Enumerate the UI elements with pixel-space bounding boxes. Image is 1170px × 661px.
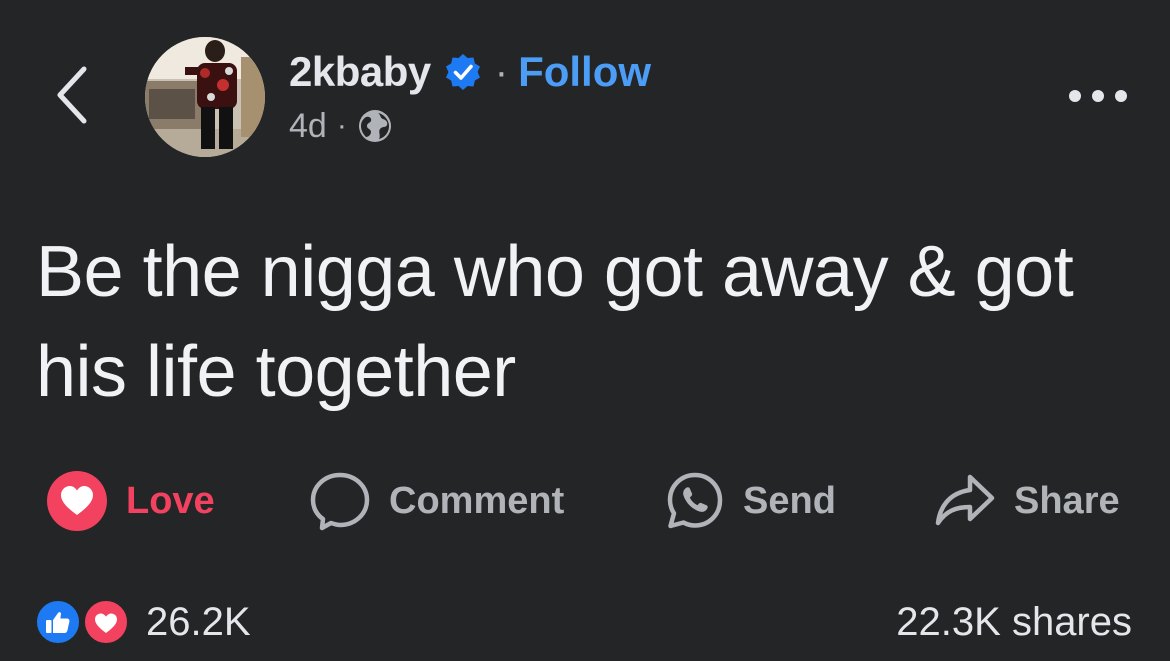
author-line: 2kbaby · Follow [289, 44, 651, 100]
post-text: Be the nigga who got away & got his life… [36, 232, 1074, 412]
send-label: Send [743, 479, 836, 522]
globe-icon [357, 108, 393, 144]
like-reaction-icon [34, 598, 82, 646]
comment-button[interactable]: Comment [309, 470, 564, 532]
comment-label: Comment [389, 479, 565, 522]
more-options-button[interactable] [1062, 78, 1134, 114]
post-timestamp[interactable]: 4d [289, 107, 327, 146]
share-label: Share [1014, 479, 1120, 522]
meta-separator: · [336, 109, 347, 142]
back-button[interactable] [44, 60, 100, 130]
avatar-photo [145, 37, 265, 157]
share-arrow-icon [935, 474, 995, 526]
send-button[interactable]: Send [665, 470, 836, 532]
author-name[interactable]: 2kbaby [289, 48, 431, 96]
love-button[interactable]: Love [46, 470, 215, 532]
chevron-left-icon [57, 66, 87, 124]
reactions-summary[interactable]: 26.2K [34, 592, 251, 652]
avatar[interactable] [145, 37, 265, 157]
love-reaction-small-icon [82, 598, 130, 646]
reaction-count: 26.2K [146, 599, 251, 644]
whatsapp-send-icon [667, 472, 723, 529]
love-label: Love [126, 479, 215, 522]
shares-count[interactable]: 22.3K shares [896, 592, 1132, 652]
verified-badge-icon [443, 52, 483, 92]
share-button[interactable]: Share [934, 470, 1120, 532]
reaction-icons [34, 594, 134, 650]
love-reaction-icon [47, 471, 107, 531]
comment-icon [310, 472, 370, 531]
post-screen: 2kbaby · Follow 4d · Be the nigga who go… [0, 0, 1170, 661]
more-horizontal-icon [1069, 90, 1127, 102]
follow-button[interactable]: Follow [518, 48, 651, 96]
post-meta: 4d · [289, 103, 393, 149]
author-separator: · [494, 49, 509, 94]
